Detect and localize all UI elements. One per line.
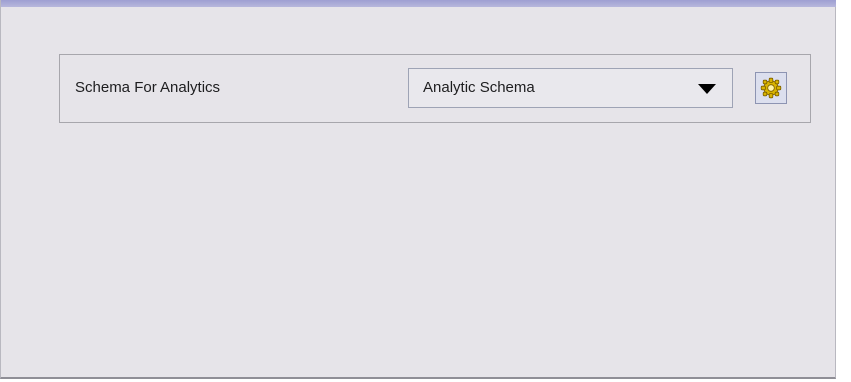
dialog-panel: Schema For Analytics Analytic Schema [0,0,837,379]
chevron-down-icon[interactable] [698,84,716,94]
schema-select[interactable]: Analytic Schema [408,68,733,108]
window-right-margin [836,0,851,382]
title-strip [1,0,837,7]
schema-settings-button[interactable] [755,72,787,104]
schema-select-value: Analytic Schema [423,79,535,96]
schema-for-analytics-label: Schema For Analytics [75,79,221,96]
gear-icon [760,77,782,99]
